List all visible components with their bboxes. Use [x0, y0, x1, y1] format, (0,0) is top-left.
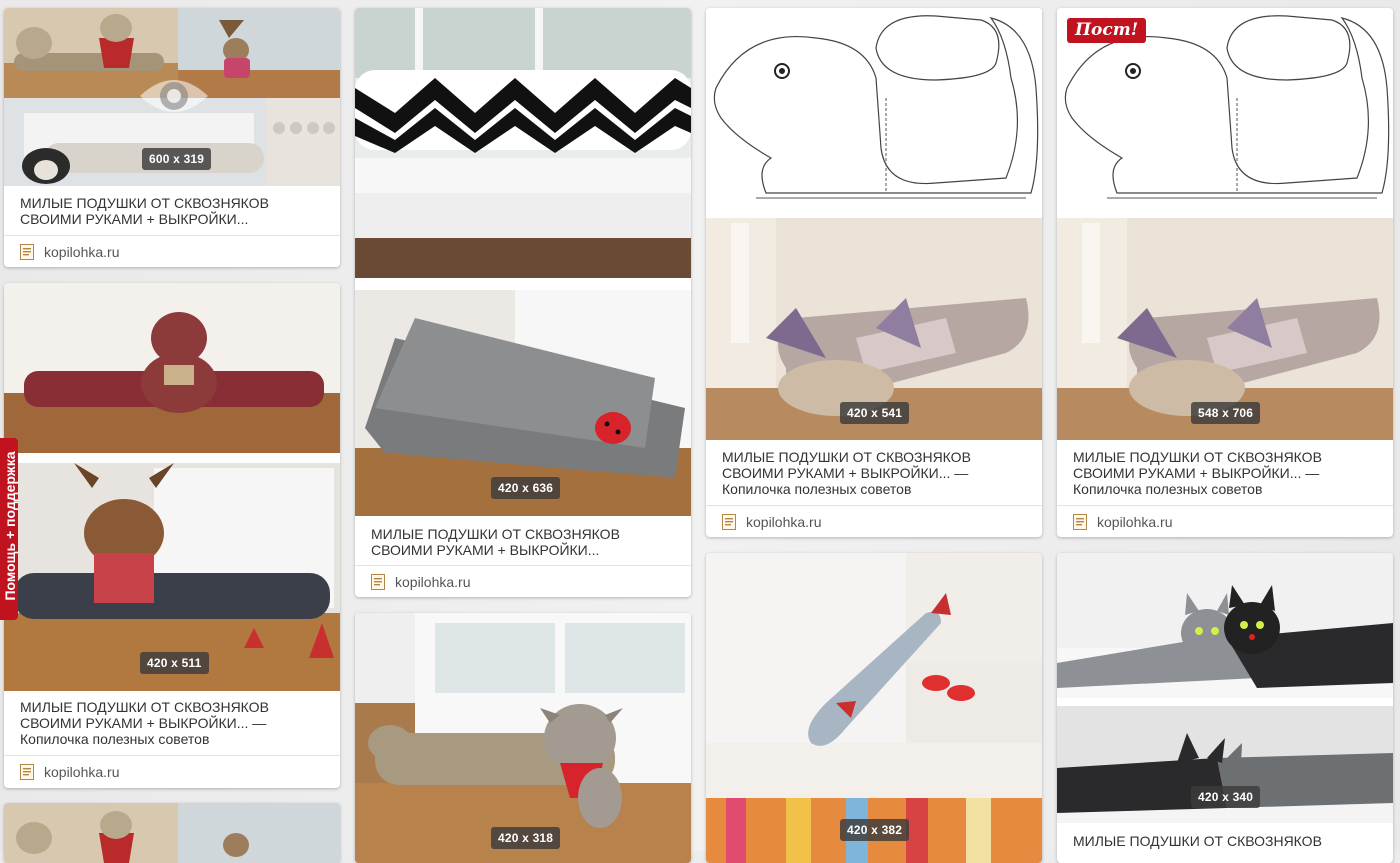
pin-image[interactable]: Пост! 548 x 706	[1057, 8, 1393, 440]
document-icon	[371, 574, 385, 590]
eye-icon[interactable]	[136, 72, 212, 120]
source-domain: kopilohka.ru	[395, 574, 471, 590]
pin-source[interactable]: kopilohka.ru	[4, 755, 340, 788]
pin-subtitle: Копилочка полезных советов	[1073, 481, 1263, 497]
help-support-label: Помощь + поддержка	[2, 451, 18, 601]
document-icon	[20, 244, 34, 260]
pin-title-text: МИЛЫЕ ПОДУШКИ ОТ СКВОЗНЯКОВ СВОИМИ РУКАМ…	[1073, 449, 1322, 481]
document-icon	[722, 514, 736, 530]
pin-image[interactable]: 420 x 511	[4, 283, 340, 691]
pin-title-text: МИЛЫЕ ПОДУШКИ ОТ СКВОЗНЯКОВ СВОИМИ РУКАМ…	[20, 195, 269, 227]
pin-title[interactable]: МИЛЫЕ ПОДУШКИ ОТ СКВОЗНЯКОВ СВОИМИ РУКАМ…	[722, 449, 1026, 497]
pin-image[interactable]: 600 x 319	[4, 8, 340, 186]
pin-title[interactable]: МИЛЫЕ ПОДУШКИ ОТ СКВОЗНЯКОВ СВОИМИ РУКАМ…	[20, 195, 324, 227]
document-icon	[1073, 514, 1087, 530]
pin-title[interactable]: МИЛЫЕ ПОДУШКИ ОТ СКВОЗНЯКОВ СВОИМИ РУКАМ…	[20, 699, 324, 747]
pin-card[interactable]: 420 x 541 МИЛЫЕ ПОДУШКИ ОТ СКВОЗНЯКОВ СВ…	[706, 8, 1042, 537]
pin-card[interactable]: 420 x 318	[355, 613, 691, 863]
pin-title[interactable]: МИЛЫЕ ПОДУШКИ ОТ СКВОЗНЯКОВ	[1073, 833, 1377, 849]
image-size-badge: 420 x 541	[840, 402, 910, 424]
image-size-badge: 420 x 382	[840, 819, 910, 841]
image-size-badge: 548 x 706	[1191, 402, 1261, 424]
image-size-badge: 420 x 511	[140, 652, 209, 674]
pin-title[interactable]: МИЛЫЕ ПОДУШКИ ОТ СКВОЗНЯКОВ СВОИМИ РУКАМ…	[1073, 449, 1377, 497]
image-size-badge: 600 x 319	[142, 148, 212, 170]
pin-card[interactable]: Пост! 548 x 706 МИЛЫЕ ПОДУШКИ ОТ СКВОЗНЯ…	[1057, 8, 1393, 537]
pin-source[interactable]: kopilohka.ru	[355, 565, 691, 597]
pin-image[interactable]: 420 x 382	[706, 553, 1042, 863]
image-size-badge: 420 x 340	[1191, 786, 1261, 808]
source-domain: kopilohka.ru	[746, 514, 822, 530]
image-size-badge: 420 x 318	[491, 827, 561, 849]
source-domain: kopilohka.ru	[44, 764, 120, 780]
pin-subtitle: Копилочка полезных советов	[722, 481, 912, 497]
pin-image[interactable]	[4, 803, 340, 863]
pin-source[interactable]: kopilohka.ru	[1057, 505, 1393, 537]
pin-image[interactable]: 420 x 340	[1057, 553, 1393, 823]
pin-title-text: МИЛЫЕ ПОДУШКИ ОТ СКВОЗНЯКОВ СВОИМИ РУКАМ…	[722, 449, 971, 481]
pin-card[interactable]	[4, 803, 340, 863]
pin-card[interactable]: 420 x 382	[706, 553, 1042, 863]
document-icon	[20, 764, 34, 780]
pin-image[interactable]: 420 x 318	[355, 613, 691, 863]
source-domain: kopilohka.ru	[1097, 514, 1173, 530]
pin-title[interactable]: МИЛЫЕ ПОДУШКИ ОТ СКВОЗНЯКОВ СВОИМИ РУКАМ…	[371, 526, 675, 558]
post-label: Пост!	[1067, 18, 1147, 43]
pin-subtitle: Копилочка полезных советов	[20, 731, 210, 747]
help-support-tab[interactable]: Помощь + поддержка	[0, 438, 18, 620]
image-size-badge: 420 x 636	[491, 477, 561, 499]
pin-card[interactable]: 420 x 511 МИЛЫЕ ПОДУШКИ ОТ СКВОЗНЯКОВ СВ…	[4, 283, 340, 788]
pin-image[interactable]: 420 x 636	[355, 8, 691, 516]
pin-card[interactable]: 600 x 319 МИЛЫЕ ПОДУШКИ ОТ СКВОЗНЯКОВ СВ…	[4, 8, 340, 267]
pin-title-text: МИЛЫЕ ПОДУШКИ ОТ СКВОЗНЯКОВ	[1073, 833, 1322, 849]
pin-source[interactable]: kopilohka.ru	[4, 235, 340, 267]
pin-image[interactable]: 420 x 541	[706, 8, 1042, 440]
pin-card[interactable]: 420 x 636 МИЛЫЕ ПОДУШКИ ОТ СКВОЗНЯКОВ СВ…	[355, 8, 691, 597]
pin-title-text: МИЛЫЕ ПОДУШКИ ОТ СКВОЗНЯКОВ СВОИМИ РУКАМ…	[371, 526, 620, 558]
pin-title-text: МИЛЫЕ ПОДУШКИ ОТ СКВОЗНЯКОВ СВОИМИ РУКАМ…	[20, 699, 269, 731]
pin-card[interactable]: 420 x 340 МИЛЫЕ ПОДУШКИ ОТ СКВОЗНЯКОВ	[1057, 553, 1393, 863]
pin-source[interactable]: kopilohka.ru	[706, 505, 1042, 537]
source-domain: kopilohka.ru	[44, 244, 120, 260]
